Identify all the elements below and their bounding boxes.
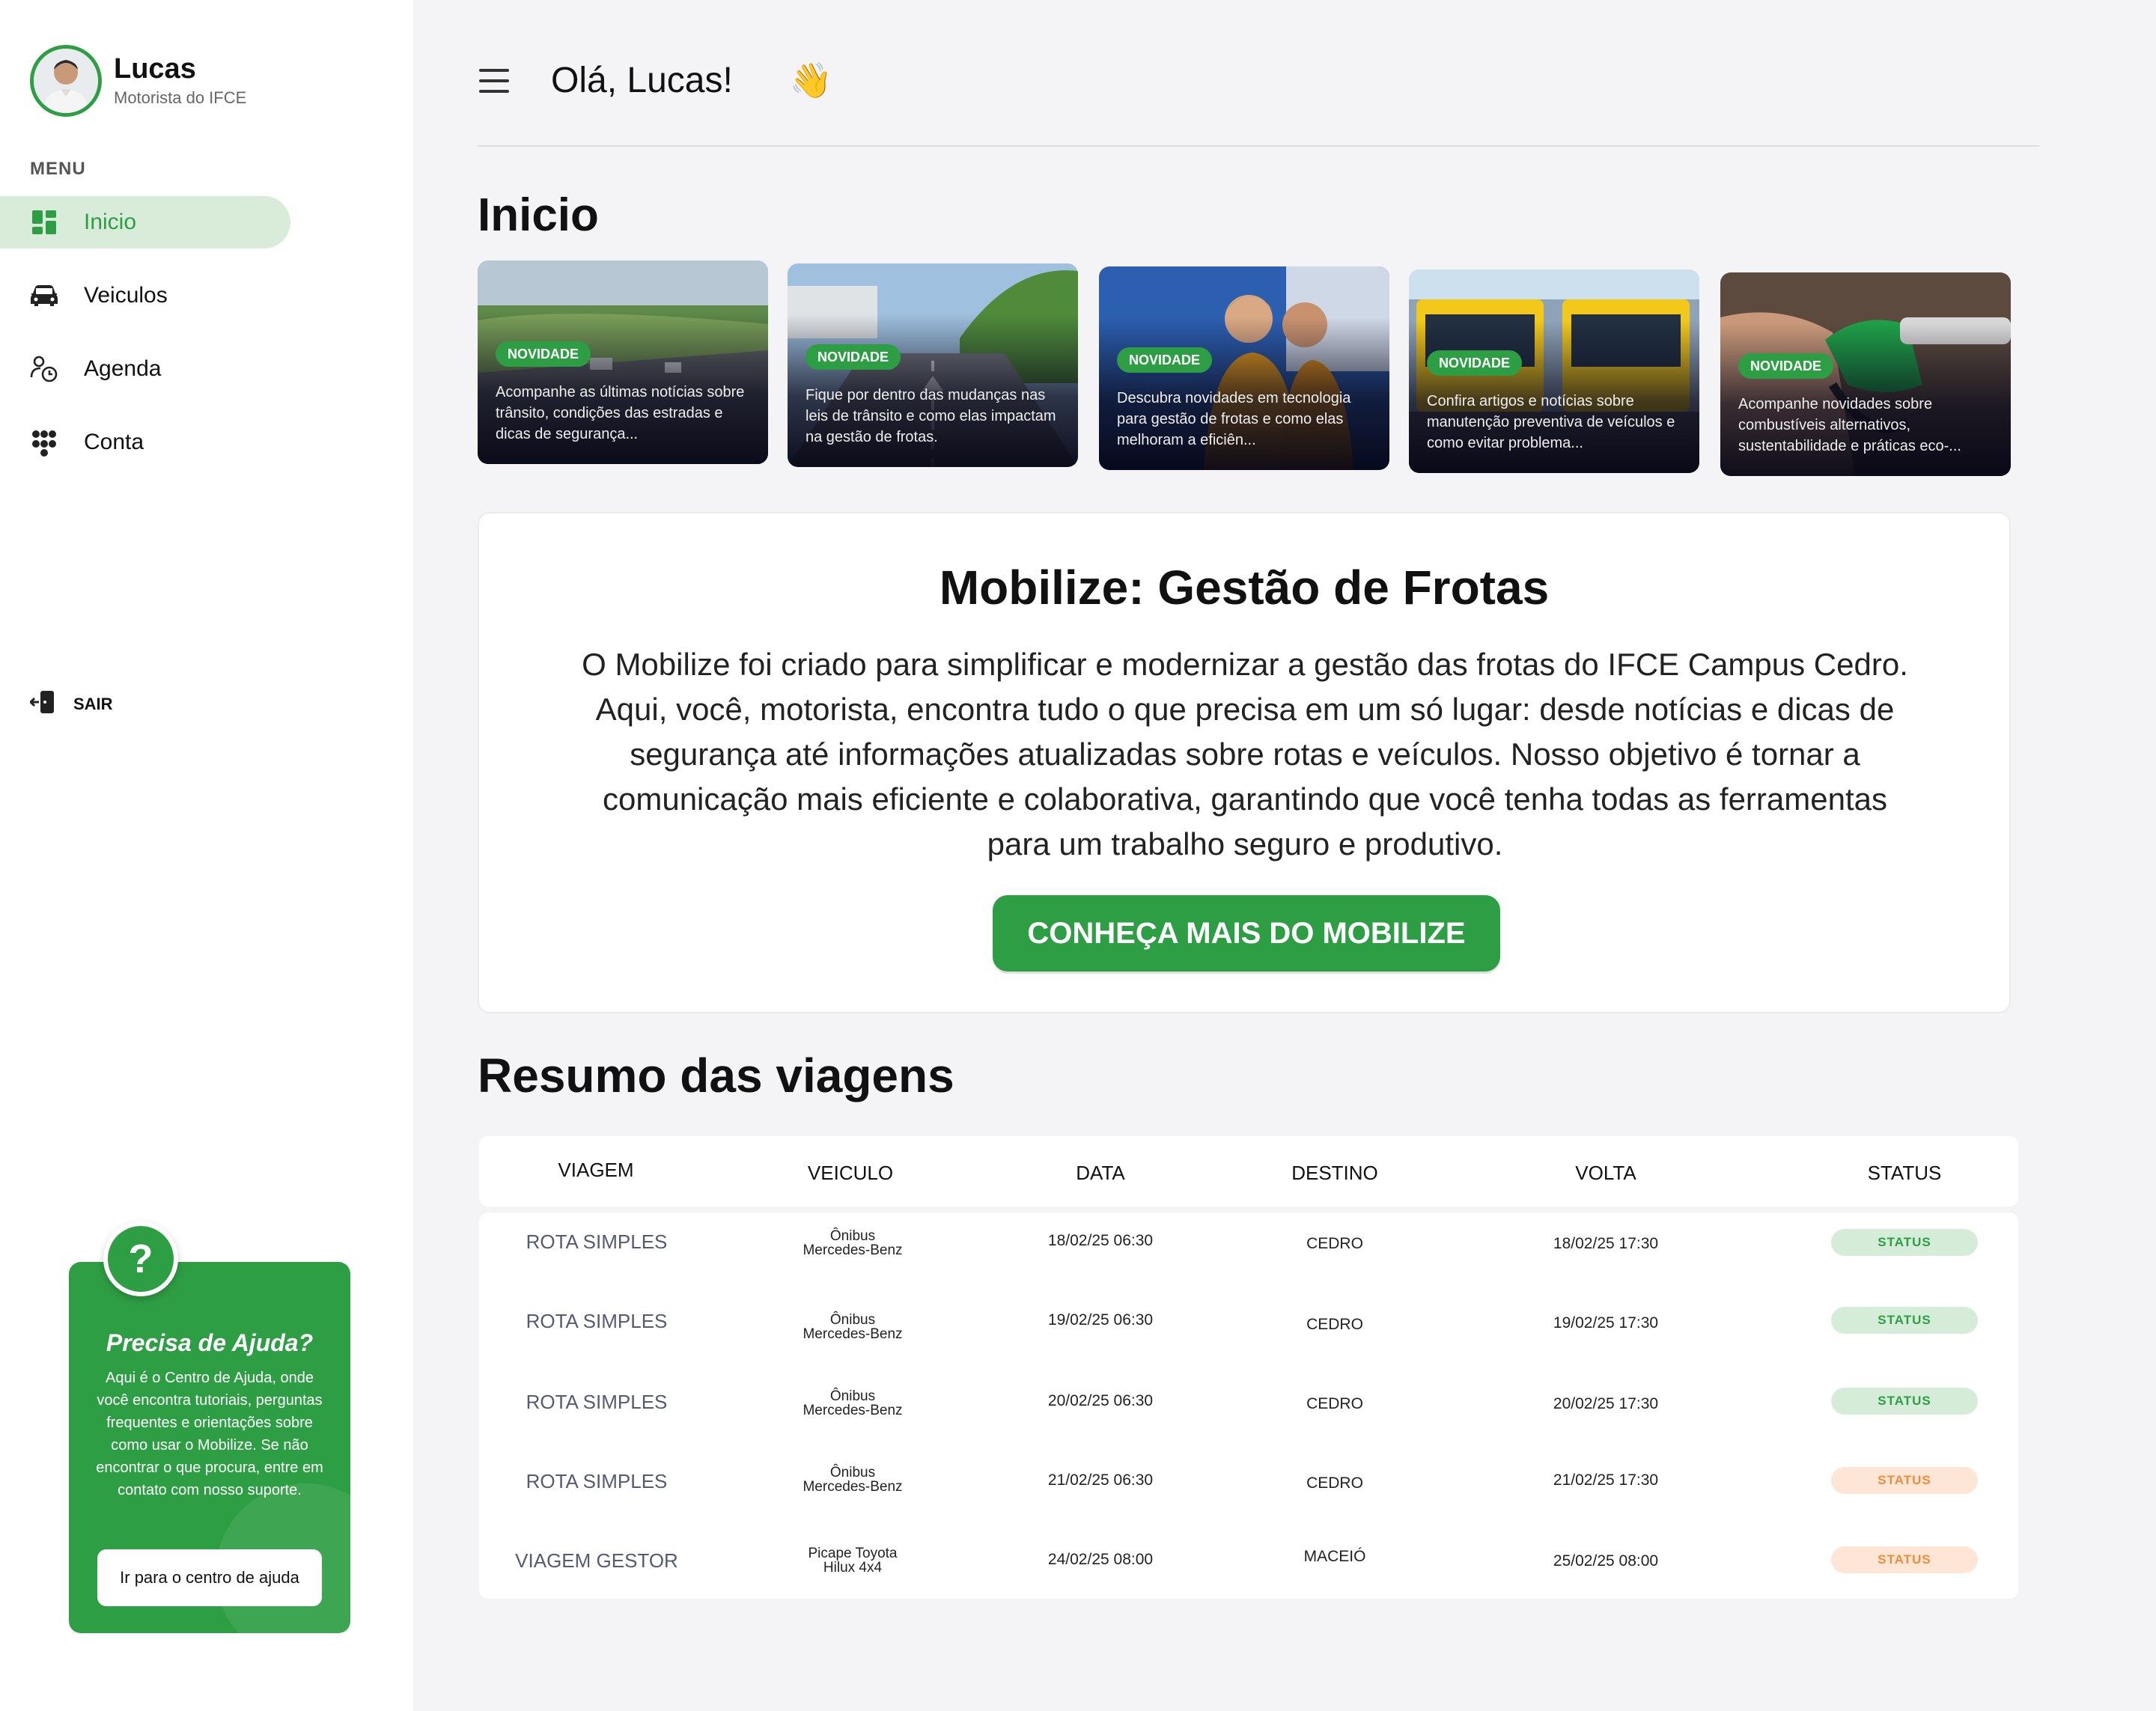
sidebar: Lucas Motorista do IFCE MENU Inicio Veic… [0, 0, 413, 1711]
return-cell: 19/02/25 17:30 [1553, 1314, 1659, 1332]
about-text: O Mobilize foi criado para simplificar e… [582, 647, 1908, 861]
trips-section-title: Resumo das viagens [478, 1049, 954, 1102]
destination-cell: CEDRO [1306, 1235, 1363, 1252]
news-card-maintenance[interactable]: NOVIDADE Confira artigos e notícias sobr… [1409, 269, 1699, 473]
about-card: Mobilize: Gestão de Frotas O Mobilize fo… [478, 512, 2011, 1013]
topbar: Olá, Lucas! 👋 [479, 60, 832, 101]
help-question-icon: ? [103, 1222, 178, 1296]
trip-name[interactable]: ROTA SIMPLES [526, 1230, 668, 1254]
column-header-veiculo: VEICULO [807, 1162, 894, 1184]
page-title: Inicio [478, 189, 599, 241]
news-text: Acompanhe as últimas notícias sobre trân… [496, 384, 745, 442]
vehicle-cell: Ônibus Mercedes-Benz [803, 1228, 903, 1258]
sidebar-nav: Inicio Veiculos Agenda Conta [0, 196, 413, 489]
news-card-traffic[interactable]: NOVIDADE Acompanhe as últimas notícias s… [478, 260, 768, 464]
help-card: Precisa de Ajuda? Aqui é o Centro de Aju… [69, 1262, 350, 1633]
news-card-technology[interactable]: NOVIDADE Descubra novidades em tecnologi… [1099, 266, 1389, 470]
destination-cell: CEDRO [1306, 1474, 1363, 1492]
user-role: Motorista do IFCE [114, 88, 247, 107]
date-cell: 18/02/25 06:30 [1047, 1232, 1154, 1249]
trips-table-header: VIAGEM VEICULO DATA DESTINO VOLTA STATUS [479, 1136, 2018, 1207]
wave-emoji-icon: 👋 [789, 61, 833, 100]
user-profile[interactable]: Lucas Motorista do IFCE [30, 45, 246, 117]
news-badge: NOVIDADE [1427, 350, 1523, 376]
status-badge[interactable]: STATUS [1831, 1307, 1978, 1334]
logout-button[interactable]: SAIR [28, 689, 113, 719]
help-text: Aqui é o Centro de Ajuda, onde você enco… [96, 1370, 323, 1498]
column-header-volta: VOLTA [1575, 1162, 1636, 1184]
vehicle-cell: Ônibus Mercedes-Benz [803, 1465, 903, 1495]
logout-label: SAIR [73, 694, 113, 713]
news-card-fuel[interactable]: NOVIDADE Acompanhe novidades sobre combu… [1720, 272, 2011, 476]
vehicle-cell: Ônibus Mercedes-Benz [803, 1388, 903, 1418]
sidebar-item-label: Veiculos [84, 283, 168, 308]
sidebar-item-label: Inicio [84, 210, 137, 234]
news-badge: NOVIDADE [1738, 353, 1834, 379]
date-cell: 24/02/25 08:00 [1047, 1551, 1154, 1568]
return-cell: 25/02/25 08:00 [1553, 1552, 1659, 1570]
user-name: Lucas [114, 53, 196, 85]
column-header-viagem: VIAGEM [558, 1159, 634, 1181]
date-cell: 21/02/25 06:30 [1047, 1471, 1154, 1489]
date-cell: 19/02/25 06:30 [1047, 1311, 1154, 1329]
news-badge: NOVIDADE [806, 344, 901, 370]
return-cell: 18/02/25 17:30 [1553, 1235, 1659, 1252]
status-badge[interactable]: STATUS [1831, 1229, 1978, 1256]
trip-name[interactable]: ROTA SIMPLES [526, 1470, 668, 1493]
trip-name[interactable]: ROTA SIMPLES [526, 1310, 668, 1333]
sidebar-item-label: Agenda [84, 356, 162, 381]
news-text: Fique por dentro das mudanças nas leis d… [806, 387, 1056, 445]
destination-cell: CEDRO [1306, 1395, 1363, 1412]
status-badge[interactable]: STATUS [1831, 1546, 1978, 1573]
destination-cell: CEDRO [1306, 1316, 1363, 1333]
account-icon [30, 428, 58, 457]
help-center-button[interactable]: Ir para o centro de ajuda [97, 1549, 322, 1606]
hamburger-menu-icon[interactable] [479, 68, 509, 93]
column-header-status: STATUS [1867, 1162, 1942, 1184]
return-cell: 21/02/25 17:30 [1553, 1471, 1659, 1489]
avatar [30, 45, 102, 117]
column-header-data: DATA [1076, 1162, 1125, 1184]
news-text: Confira artigos e notícias sobre manuten… [1427, 393, 1675, 451]
sidebar-item-agenda[interactable]: Agenda [0, 343, 290, 395]
greeting: Olá, Lucas! [551, 61, 733, 100]
column-header-destino: DESTINO [1291, 1162, 1378, 1184]
status-badge[interactable]: STATUS [1831, 1388, 1978, 1415]
destination-cell: MACEIÓ [1303, 1548, 1366, 1565]
trip-name[interactable]: VIAGEM GESTOR [515, 1549, 678, 1573]
sidebar-item-conta[interactable]: Conta [0, 416, 290, 469]
sidebar-item-label: Conta [84, 430, 144, 454]
about-title: Mobilize: Gestão de Frotas [939, 561, 1550, 614]
car-icon [30, 281, 58, 310]
news-text: Descubra novidades em tecnologia para ge… [1117, 390, 1351, 448]
learn-more-button[interactable]: CONHEÇA MAIS DO MOBILIZE [993, 895, 1500, 972]
dashboard-icon [30, 208, 58, 237]
header-divider [478, 145, 2039, 147]
menu-label: MENU [30, 159, 86, 179]
help-title: Precisa de Ajuda? [106, 1329, 314, 1356]
date-cell: 20/02/25 06:30 [1047, 1392, 1154, 1409]
logout-icon [28, 689, 57, 719]
sidebar-item-inicio[interactable]: Inicio [0, 196, 290, 248]
vehicle-cell: Ônibus Mercedes-Benz [803, 1312, 903, 1342]
status-badge[interactable]: STATUS [1831, 1467, 1978, 1494]
user-photo-icon [34, 49, 98, 113]
vehicle-cell: Picape Toyota Hilux 4x4 [808, 1546, 898, 1576]
news-card-laws[interactable]: NOVIDADE Fique por dentro das mudanças n… [788, 263, 1078, 467]
news-text: Acompanhe novidades sobre combustíveis a… [1738, 396, 1961, 454]
sidebar-item-veiculos[interactable]: Veiculos [0, 269, 290, 322]
return-cell: 20/02/25 17:30 [1553, 1395, 1659, 1412]
trip-name[interactable]: ROTA SIMPLES [526, 1391, 668, 1414]
trips-table-body: ROTA SIMPLES Ônibus Mercedes-Benz 18/02/2… [479, 1213, 2018, 1599]
news-badge: NOVIDADE [1117, 347, 1213, 373]
news-badge: NOVIDADE [496, 341, 591, 367]
schedule-icon [30, 355, 58, 383]
